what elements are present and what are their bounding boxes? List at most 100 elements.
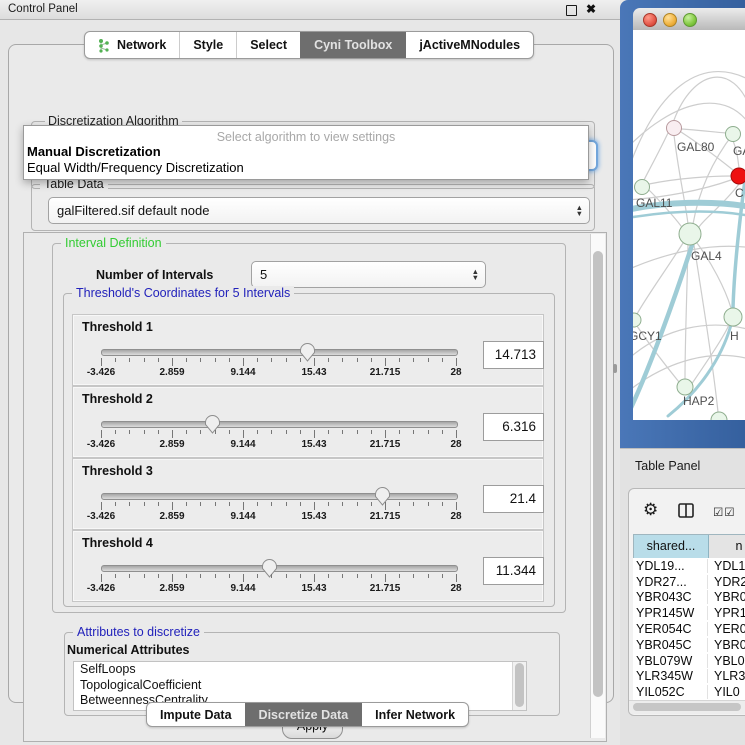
table-row[interactable]: YIL052CYIL0 xyxy=(633,684,745,700)
network-node[interactable] xyxy=(679,223,701,245)
network-node[interactable] xyxy=(711,412,727,420)
horizontal-scrollbar[interactable] xyxy=(629,700,745,714)
slider-ticks xyxy=(101,358,456,367)
zoom-traffic-light[interactable] xyxy=(683,13,697,27)
table-row[interactable]: YDR27...YDR2 xyxy=(633,574,745,590)
tick-mark xyxy=(243,574,244,582)
threshold-coordinates-group: Threshold's Coordinates for 5 Intervals … xyxy=(63,293,555,607)
tick-mark xyxy=(200,430,201,434)
dropdown-option-manual[interactable]: Manual Discretization xyxy=(24,144,588,160)
network-node[interactable] xyxy=(677,379,693,395)
network-edge[interactable] xyxy=(681,129,726,133)
float-window-icon[interactable] xyxy=(566,5,577,16)
column-header-shared-name[interactable]: shared... xyxy=(634,535,709,558)
tab-network[interactable]: Network xyxy=(85,32,179,58)
axis-tick-label: -3.426 xyxy=(87,511,115,522)
cell-shared-name: YBR043C xyxy=(633,590,708,604)
table-row[interactable]: YLR345WYLR3 xyxy=(633,669,745,685)
tab-jactivemnodules[interactable]: jActiveMNodules xyxy=(405,32,533,58)
slider[interactable] xyxy=(101,421,458,428)
tab-infer-network[interactable]: Infer Network xyxy=(361,703,468,726)
combo-arrows-icon: ▲▼ xyxy=(576,205,583,216)
tick-mark xyxy=(413,502,414,506)
tab-discretize-data[interactable]: Discretize Data xyxy=(245,703,362,726)
tab-select[interactable]: Select xyxy=(236,32,300,58)
table-panel: Table Panel ⚙ ☑☑ shared... n YDL19...YDL… xyxy=(620,448,745,745)
table-row[interactable]: YER054CYER0 xyxy=(633,621,745,637)
network-node[interactable] xyxy=(726,127,741,142)
tick-mark xyxy=(399,502,400,506)
tick-mark xyxy=(129,574,130,578)
network-edge[interactable] xyxy=(644,133,668,180)
network-node[interactable] xyxy=(633,313,641,327)
tick-mark xyxy=(442,430,443,434)
minimize-traffic-light[interactable] xyxy=(663,13,677,27)
network-window-titlebar[interactable] xyxy=(633,8,745,31)
tick-mark xyxy=(357,574,358,578)
threshold-4-value-field[interactable]: 11.344 xyxy=(483,557,544,585)
table-row[interactable]: YBR043CYBR0 xyxy=(633,590,745,606)
network-edge[interactable] xyxy=(649,176,731,184)
tab-cyni-toolbox[interactable]: Cyni Toolbox xyxy=(300,32,405,58)
slider[interactable] xyxy=(101,565,458,572)
control-panel-title: Control Panel xyxy=(8,3,78,15)
list-scrollbar-thumb[interactable] xyxy=(515,663,524,707)
axis-tick-label: 21.715 xyxy=(370,583,401,594)
close-traffic-light[interactable] xyxy=(643,13,657,27)
checkbox-columns-icon[interactable]: ☑☑ xyxy=(713,505,736,519)
network-edge[interactable] xyxy=(633,72,745,180)
slider[interactable] xyxy=(101,349,458,356)
dropdown-option-equal-width[interactable]: Equal Width/Frequency Discretization xyxy=(24,160,588,176)
slider-ticks xyxy=(101,574,456,583)
tick-mark xyxy=(300,502,301,506)
gear-icon[interactable]: ⚙ xyxy=(643,500,658,520)
network-node[interactable] xyxy=(731,168,745,184)
horizontal-scrollbar-thumb[interactable] xyxy=(633,703,741,711)
network-node[interactable] xyxy=(667,121,682,136)
network-canvas[interactable]: GAL80GACGAL11GAL4GCY1HHAP2 xyxy=(633,30,745,420)
tick-mark xyxy=(257,358,258,362)
table-data-combobox[interactable]: galFiltered.sif default node ▲▼ xyxy=(48,197,590,224)
slider[interactable] xyxy=(101,493,458,500)
tick-mark xyxy=(371,358,372,362)
tick-mark xyxy=(215,358,216,362)
close-icon[interactable]: ✖ xyxy=(586,2,596,16)
vertical-scrollbar-thumb[interactable] xyxy=(593,251,603,697)
threshold-2-value-field[interactable]: 6.316 xyxy=(483,413,544,441)
threshold-3-value-field[interactable]: 21.4 xyxy=(483,485,544,513)
tick-mark xyxy=(144,574,145,578)
column-header-name[interactable]: n xyxy=(709,535,745,558)
network-edge[interactable] xyxy=(633,212,745,218)
list-item[interactable]: TopologicalCoefficient xyxy=(74,678,526,694)
tick-mark xyxy=(385,502,386,510)
tick-mark xyxy=(101,430,102,438)
network-node[interactable] xyxy=(635,180,650,195)
slider-axis: -3.4262.8599.14415.4321.71528 xyxy=(101,511,456,523)
vertical-scrollbar[interactable] xyxy=(590,234,605,738)
table-row[interactable]: YDL19...YDL1 xyxy=(633,558,745,574)
table-row[interactable]: YBR045CYBR0 xyxy=(633,637,745,653)
axis-tick-label: -3.426 xyxy=(87,583,115,594)
split-columns-icon[interactable] xyxy=(678,503,695,519)
table-row[interactable]: YPR145WYPR1 xyxy=(633,605,745,621)
network-edge[interactable] xyxy=(637,243,683,314)
axis-tick-label: 15.43 xyxy=(301,367,326,378)
threshold-3-panel: Threshold 3 -3.4262.8599.14415.4321.7152… xyxy=(72,458,544,530)
network-edge[interactable] xyxy=(674,77,745,120)
threshold-1-value-field[interactable]: 14.713 xyxy=(483,341,544,369)
tab-style[interactable]: Style xyxy=(179,32,236,58)
network-node[interactable] xyxy=(724,308,742,326)
panel-splitter-grip[interactable] xyxy=(613,364,617,373)
axis-tick-label: 9.144 xyxy=(230,367,255,378)
node-label: GAL80 xyxy=(677,140,715,154)
tick-mark xyxy=(385,358,386,366)
threshold-2-label: Threshold 2 xyxy=(82,392,153,406)
tab-impute-data[interactable]: Impute Data xyxy=(147,703,245,726)
table-row[interactable]: YBL079WYBL0 xyxy=(633,653,745,669)
tick-mark xyxy=(357,430,358,434)
number-of-intervals-combobox[interactable]: 5 ▲▼ xyxy=(251,261,486,288)
axis-tick-label: 2.859 xyxy=(159,583,184,594)
list-item[interactable]: SelfLoops xyxy=(74,662,526,678)
threshold-coordinates-label: Threshold's Coordinates for 5 Intervals xyxy=(72,286,294,300)
list-scrollbar[interactable] xyxy=(512,662,526,710)
